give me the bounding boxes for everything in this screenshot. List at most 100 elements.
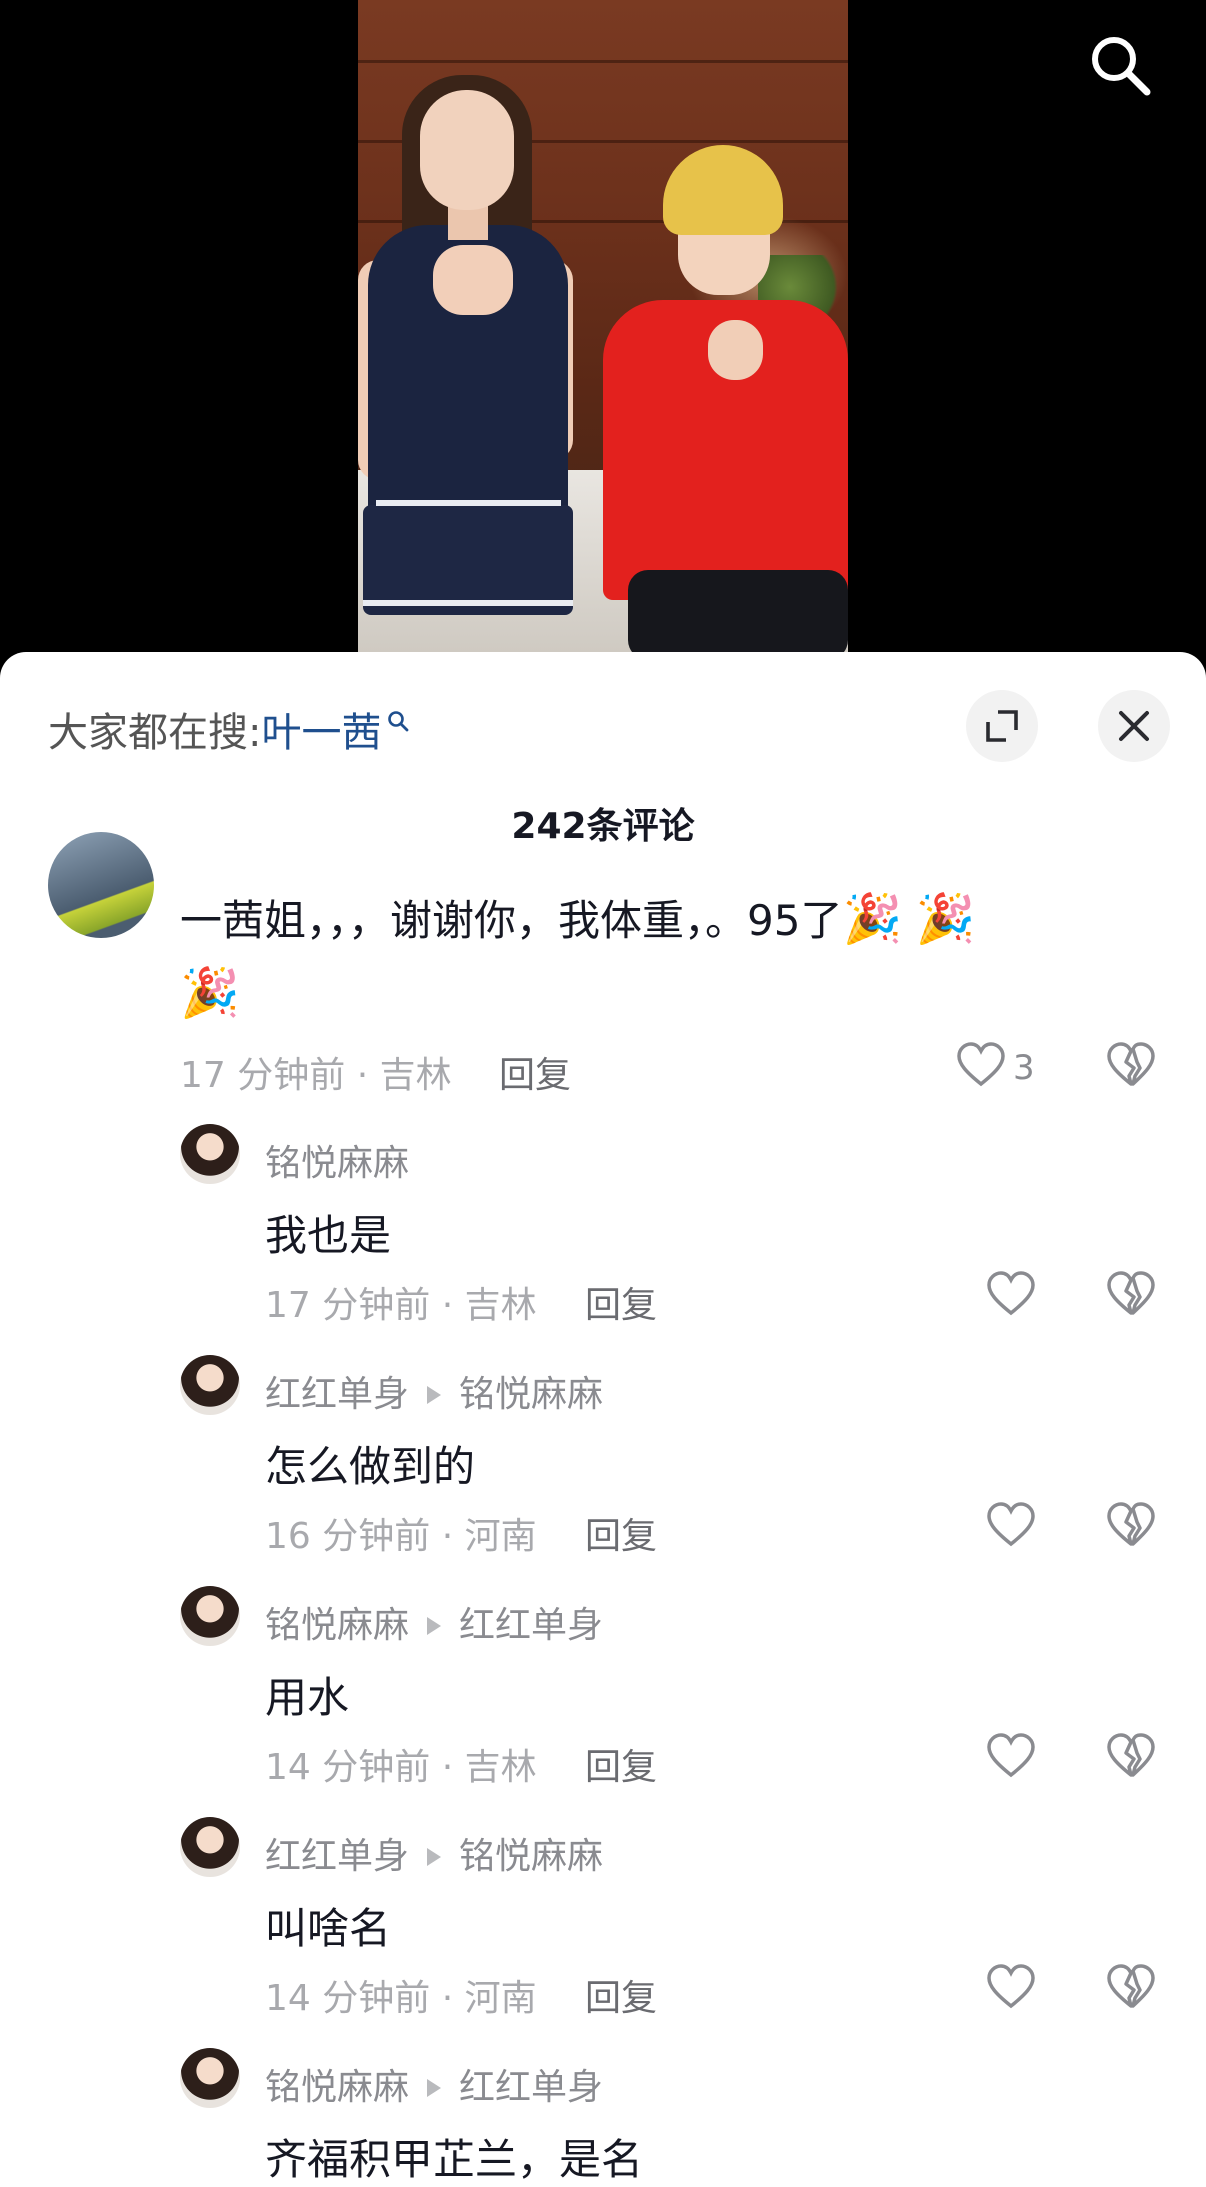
boy-hand xyxy=(708,320,763,380)
dislike-button[interactable] xyxy=(1106,1502,1156,1552)
reply-text: 叫啥名 xyxy=(265,1904,392,1953)
meta-separator: · xyxy=(430,1978,465,2019)
reply-to-username[interactable]: 铭悦麻麻 xyxy=(459,1374,603,1415)
dislike-button[interactable] xyxy=(1106,1042,1156,1092)
meta-separator: · xyxy=(345,1055,380,1096)
like-button[interactable] xyxy=(986,1502,1036,1552)
like-button[interactable] xyxy=(956,1042,1006,1092)
reply-username-line: 铭悦麻麻 xyxy=(265,1134,409,1186)
boy-hat xyxy=(663,145,783,235)
video-player[interactable] xyxy=(0,0,1206,660)
reply-arrow-icon xyxy=(427,1847,442,1866)
comment-text: 一茜姐，，，谢谢你，我体重，。95了🎉 🎉 🎉 xyxy=(180,884,1100,1032)
reply-arrow-icon xyxy=(427,2078,442,2097)
reply-username-line: 红红单身 铭悦麻麻 xyxy=(265,1827,603,1879)
like-button[interactable] xyxy=(986,1964,1036,2014)
reply-button[interactable]: 回复 xyxy=(585,1969,657,2021)
avatar[interactable] xyxy=(180,1817,240,1877)
reply-arrow-icon xyxy=(427,1385,442,1404)
meta-separator: · xyxy=(430,1285,465,1326)
reply-username-line: 铭悦麻麻 红红单身 xyxy=(265,2058,603,2110)
broken-heart-icon xyxy=(1107,1042,1155,1086)
heart-icon xyxy=(957,1042,1005,1087)
reply-to-username[interactable]: 红红单身 xyxy=(459,1605,603,1646)
meta-separator: · xyxy=(430,1516,465,1557)
reply-time: 14 分钟前 xyxy=(265,1978,431,2019)
search-icon[interactable] xyxy=(1085,30,1155,100)
expand-button[interactable] xyxy=(966,690,1038,762)
reply-username-line: 铭悦麻麻 红红单身 xyxy=(265,1596,603,1648)
avatar[interactable] xyxy=(48,832,154,938)
dislike-button[interactable] xyxy=(1106,1271,1156,1321)
close-icon xyxy=(1119,711,1149,741)
reply-meta: 16 分钟前 · 河南 xyxy=(265,1507,537,1559)
heart-icon xyxy=(987,1271,1035,1316)
reply-username[interactable]: 铭悦麻麻 xyxy=(265,1143,409,1184)
search-suggestion-prefix: 大家都在搜: xyxy=(48,710,262,756)
video-frame[interactable] xyxy=(358,0,848,652)
dislike-button[interactable] xyxy=(1106,1964,1156,2014)
reply-username[interactable]: 铭悦麻麻 xyxy=(265,1605,409,1646)
woman-skirt xyxy=(363,505,573,615)
woman-skirt-hem xyxy=(363,600,573,606)
reply-button[interactable]: 回复 xyxy=(499,1046,571,1098)
comment-text-body: 一茜姐，，，谢谢你，我体重，。95了 xyxy=(180,896,843,945)
woman-face xyxy=(420,90,514,210)
party-emoji: 🎉 xyxy=(915,891,976,947)
reply-button[interactable]: 回复 xyxy=(585,1276,657,1328)
reply-username[interactable]: 铭悦麻麻 xyxy=(265,2067,409,2108)
reply-time: 16 分钟前 xyxy=(265,1516,431,1557)
like-button[interactable] xyxy=(986,1733,1036,1783)
broken-heart-icon xyxy=(1107,1502,1155,1546)
expand-icon xyxy=(986,710,1018,742)
comment-sheet: 大家都在搜:叶一茜 242条评论 一茜姐，，，谢谢你，我体重，。95了🎉 🎉 🎉 … xyxy=(0,652,1206,2187)
reply-text: 我也是 xyxy=(265,1211,392,1260)
heart-icon xyxy=(987,1964,1035,2009)
woman-hands xyxy=(433,245,513,315)
dislike-button[interactable] xyxy=(1106,1733,1156,1783)
like-button[interactable] xyxy=(986,1271,1036,1321)
meta-separator: · xyxy=(430,1747,465,1788)
avatar[interactable] xyxy=(180,1355,240,1415)
party-emoji: 🎉 xyxy=(842,891,903,947)
woman-belt xyxy=(376,500,561,506)
close-button[interactable] xyxy=(1098,690,1170,762)
reply-to-username[interactable]: 红红单身 xyxy=(459,2067,603,2108)
reply-location: 河南 xyxy=(464,1978,537,2019)
reply-to-username[interactable]: 铭悦麻麻 xyxy=(459,1836,603,1877)
avatar[interactable] xyxy=(180,2048,240,2108)
broken-heart-icon xyxy=(1107,1964,1155,2008)
reply-username[interactable]: 红红单身 xyxy=(265,1836,409,1877)
broken-heart-icon xyxy=(1107,1733,1155,1777)
reply-time: 17 分钟前 xyxy=(265,1285,431,1326)
reply-text: 齐福积甲芷兰，是名 xyxy=(265,2135,644,2184)
comment-count-title: 242条评论 xyxy=(511,806,695,847)
reply-text: 用水 xyxy=(265,1673,350,1722)
comment-time: 17 分钟前 xyxy=(180,1055,346,1096)
sheet-header: 大家都在搜:叶一茜 xyxy=(0,652,1206,762)
reply-location: 吉林 xyxy=(464,1747,537,1788)
reply-meta: 17 分钟前 · 吉林 xyxy=(265,1276,537,1328)
search-suggestion-keyword[interactable]: 叶一茜 xyxy=(261,710,381,756)
reply-location: 河南 xyxy=(464,1516,537,1557)
boy-pants xyxy=(628,570,848,652)
heart-icon xyxy=(987,1733,1035,1778)
reply-arrow-icon xyxy=(427,1616,442,1635)
reply-meta: 14 分钟前 · 河南 xyxy=(265,1969,537,2021)
reply-username[interactable]: 红红单身 xyxy=(265,1374,409,1415)
heart-icon xyxy=(987,1502,1035,1547)
comment-location: 吉林 xyxy=(379,1055,452,1096)
reply-location: 吉林 xyxy=(464,1285,537,1326)
reply-button[interactable]: 回复 xyxy=(585,1738,657,1790)
reply-button[interactable]: 回复 xyxy=(585,1507,657,1559)
reply-username-line: 红红单身 铭悦麻麻 xyxy=(265,1365,603,1417)
reply-time: 14 分钟前 xyxy=(265,1747,431,1788)
like-count: 3 xyxy=(1013,1048,1035,1088)
search-suggestion[interactable]: 大家都在搜:叶一茜 xyxy=(48,700,409,758)
party-emoji: 🎉 xyxy=(180,965,240,1021)
broken-heart-icon xyxy=(1107,1271,1155,1315)
reply-text: 怎么做到的 xyxy=(265,1442,476,1491)
avatar[interactable] xyxy=(180,1124,240,1184)
wall-stripe xyxy=(358,60,848,63)
avatar[interactable] xyxy=(180,1586,240,1646)
